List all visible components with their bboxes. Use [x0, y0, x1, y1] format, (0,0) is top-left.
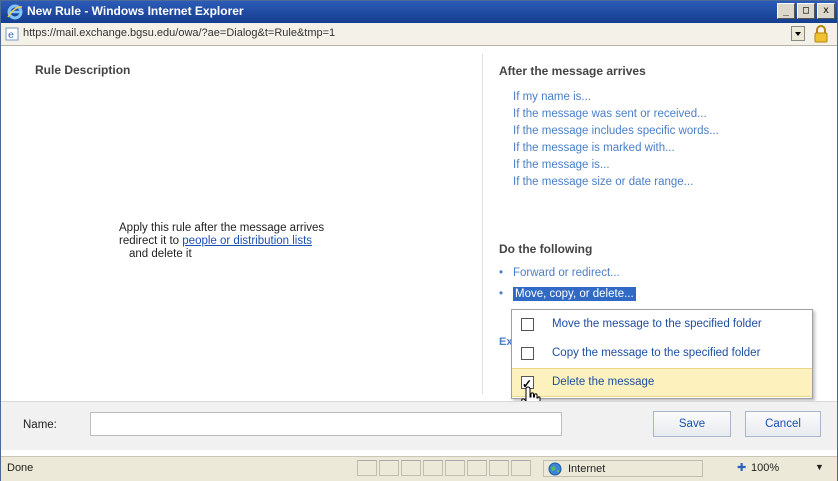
zoom-control[interactable]: ✚ 100% ▼: [733, 460, 833, 477]
action-item-move-copy-delete[interactable]: • Move, copy, or delete...: [499, 284, 636, 305]
action-item-forward[interactable]: • Forward or redirect...: [499, 263, 636, 284]
status-cells: [357, 460, 533, 476]
status-cell: [357, 460, 377, 476]
rule-line-3: and delete it: [129, 248, 192, 260]
column-divider: [482, 54, 483, 394]
condition-item[interactable]: If the message is...: [513, 157, 719, 174]
condition-item[interactable]: If my name is...: [513, 89, 719, 106]
window-controls: _ □ x: [777, 3, 835, 19]
conditions-heading: After the message arrives: [499, 64, 646, 78]
dialog-content: Rule Description Apply this rule after t…: [1, 46, 837, 412]
bullet-icon: •: [499, 267, 504, 279]
move-copy-delete-menu: Move the message to the specified folder…: [511, 309, 813, 399]
status-text: Done: [7, 462, 34, 474]
condition-item[interactable]: If the message includes specific words..…: [513, 123, 719, 140]
title-bar: New Rule - Windows Internet Explorer _ □…: [1, 1, 837, 23]
status-cell: [511, 460, 531, 476]
menu-item-move[interactable]: Move the message to the specified folder: [512, 310, 812, 339]
conditions-list: If my name is... If the message was sent…: [513, 89, 719, 191]
status-cell: [445, 460, 465, 476]
checkbox-copy[interactable]: [521, 347, 534, 360]
zoom-icon: ✚: [737, 462, 747, 474]
internet-explorer-icon: [7, 4, 23, 20]
rule-line-2: redirect it to people or distribution li…: [119, 235, 419, 248]
page-icon: e: [5, 27, 19, 41]
actions-heading: Do the following: [499, 242, 593, 256]
condition-item[interactable]: If the message was sent or received...: [513, 106, 719, 123]
browser-window: New Rule - Windows Internet Explorer _ □…: [0, 0, 838, 481]
action-label-selected: Move, copy, or delete...: [513, 287, 636, 301]
address-bar: e https://mail.exchange.bgsu.edu/owa/?ae…: [1, 23, 837, 46]
status-cell: [401, 460, 421, 476]
action-label: Forward or redirect...: [513, 267, 620, 279]
status-cell: [379, 460, 399, 476]
save-button[interactable]: Save: [653, 411, 731, 437]
condition-item[interactable]: If the message size or date range...: [513, 174, 719, 191]
actions-list: • Forward or redirect... • Move, copy, or …: [499, 263, 636, 305]
globe-icon: [548, 462, 562, 476]
security-zone[interactable]: Internet: [543, 460, 703, 477]
minimize-button[interactable]: _: [777, 3, 795, 19]
rule-line-2-prefix: redirect it to: [119, 235, 183, 247]
menu-item-delete[interactable]: Delete the message: [512, 368, 812, 398]
rule-description-heading: Rule Description: [35, 63, 131, 77]
cancel-button[interactable]: Cancel: [745, 411, 821, 437]
menu-item-label: Delete the message: [552, 376, 655, 388]
checkbox-move[interactable]: [521, 318, 534, 331]
zoom-value: 100%: [751, 462, 780, 474]
lock-icon[interactable]: [813, 25, 829, 43]
status-cell: [423, 460, 443, 476]
url-text[interactable]: https://mail.exchange.bgsu.edu/owa/?ae=D…: [23, 27, 335, 39]
condition-item[interactable]: If the message is marked with...: [513, 140, 719, 157]
address-dropdown-button[interactable]: [791, 26, 805, 41]
rule-line-1: Apply this rule after the message arrive…: [119, 222, 325, 234]
close-button[interactable]: x: [817, 3, 835, 19]
menu-item-label: Move the message to the specified folder: [552, 318, 762, 330]
status-cell: [489, 460, 509, 476]
bullet-icon: •: [499, 288, 504, 300]
maximize-button[interactable]: □: [797, 3, 815, 19]
rule-description-text: Apply this rule after the message arrive…: [119, 222, 419, 261]
status-cell: [467, 460, 487, 476]
menu-item-label: Copy the message to the specified folder: [552, 347, 761, 359]
menu-item-copy[interactable]: Copy the message to the specified folder: [512, 339, 812, 368]
status-bar: Done Internet ✚ 100% ▼: [1, 456, 837, 481]
zone-label: Internet: [568, 463, 606, 475]
window-title: New Rule - Windows Internet Explorer: [27, 4, 244, 18]
name-label: Name:: [23, 419, 57, 431]
people-or-distribution-lists-link[interactable]: people or distribution lists: [182, 235, 312, 247]
svg-text:e: e: [8, 30, 14, 41]
chevron-down-icon[interactable]: ▼: [815, 462, 824, 472]
rule-name-input[interactable]: [90, 412, 562, 436]
